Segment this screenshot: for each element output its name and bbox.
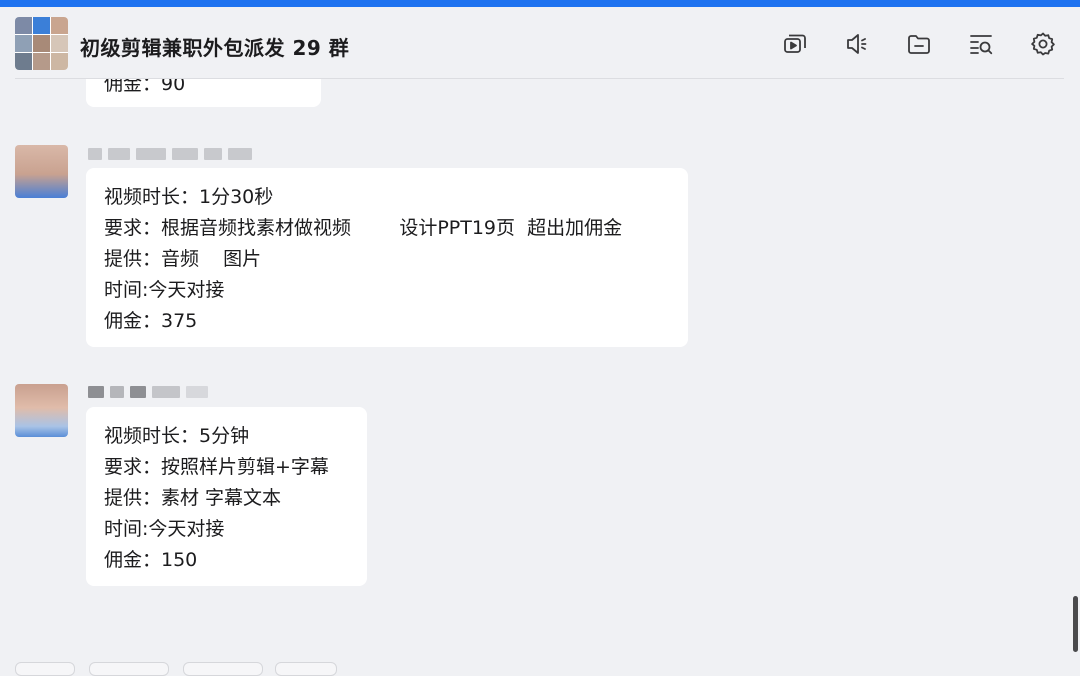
- folder-icon[interactable]: [904, 29, 934, 59]
- quick-action-chip[interactable]: [15, 662, 75, 676]
- sender-name: [88, 385, 208, 399]
- sender-name: [88, 147, 252, 161]
- message-line: 视频时长：1分30秒: [104, 186, 274, 208]
- message-line: 时间:今天对接: [104, 279, 225, 301]
- message-line: 佣金：375: [104, 310, 198, 332]
- avatar[interactable]: [15, 384, 68, 437]
- search-list-icon[interactable]: [966, 29, 996, 59]
- video-play-icon[interactable]: [780, 29, 810, 59]
- message-line: 要求：按照样片剪辑+字幕: [104, 456, 329, 478]
- avatar[interactable]: [15, 145, 68, 198]
- window-top-accent-bar: [0, 0, 1080, 7]
- quick-action-chip[interactable]: [89, 662, 169, 676]
- message-line: 要求：根据音频找素材做视频 设计PPT19页 超出加佣金: [104, 217, 623, 239]
- message-line: 提供：音频 图片: [104, 248, 262, 270]
- group-avatar[interactable]: [15, 17, 68, 70]
- message-bubble[interactable]: 视频时长：1分30秒 要求：根据音频找素材做视频 设计PPT19页 超出加佣金 …: [86, 168, 688, 347]
- message-bubble[interactable]: 视频时长：5分钟 要求：按照样片剪辑+字幕 提供：素材 字幕文本 时间:今天对接…: [86, 407, 367, 586]
- message-line: 提供：素材 字幕文本: [104, 487, 282, 509]
- quick-action-chip[interactable]: [275, 662, 337, 676]
- header-divider: [15, 78, 1064, 79]
- gear-icon[interactable]: [1028, 29, 1058, 59]
- message-line: 时间:今天对接: [104, 518, 225, 540]
- speaker-icon[interactable]: [842, 29, 872, 59]
- quick-action-chip[interactable]: [183, 662, 263, 676]
- chat-title: 初级剪辑兼职外包派发 29 群: [80, 36, 350, 60]
- scrollbar-thumb[interactable]: [1073, 596, 1078, 652]
- message-line: 视频时长：5分钟: [104, 425, 250, 447]
- message-line: 佣金：150: [104, 549, 198, 571]
